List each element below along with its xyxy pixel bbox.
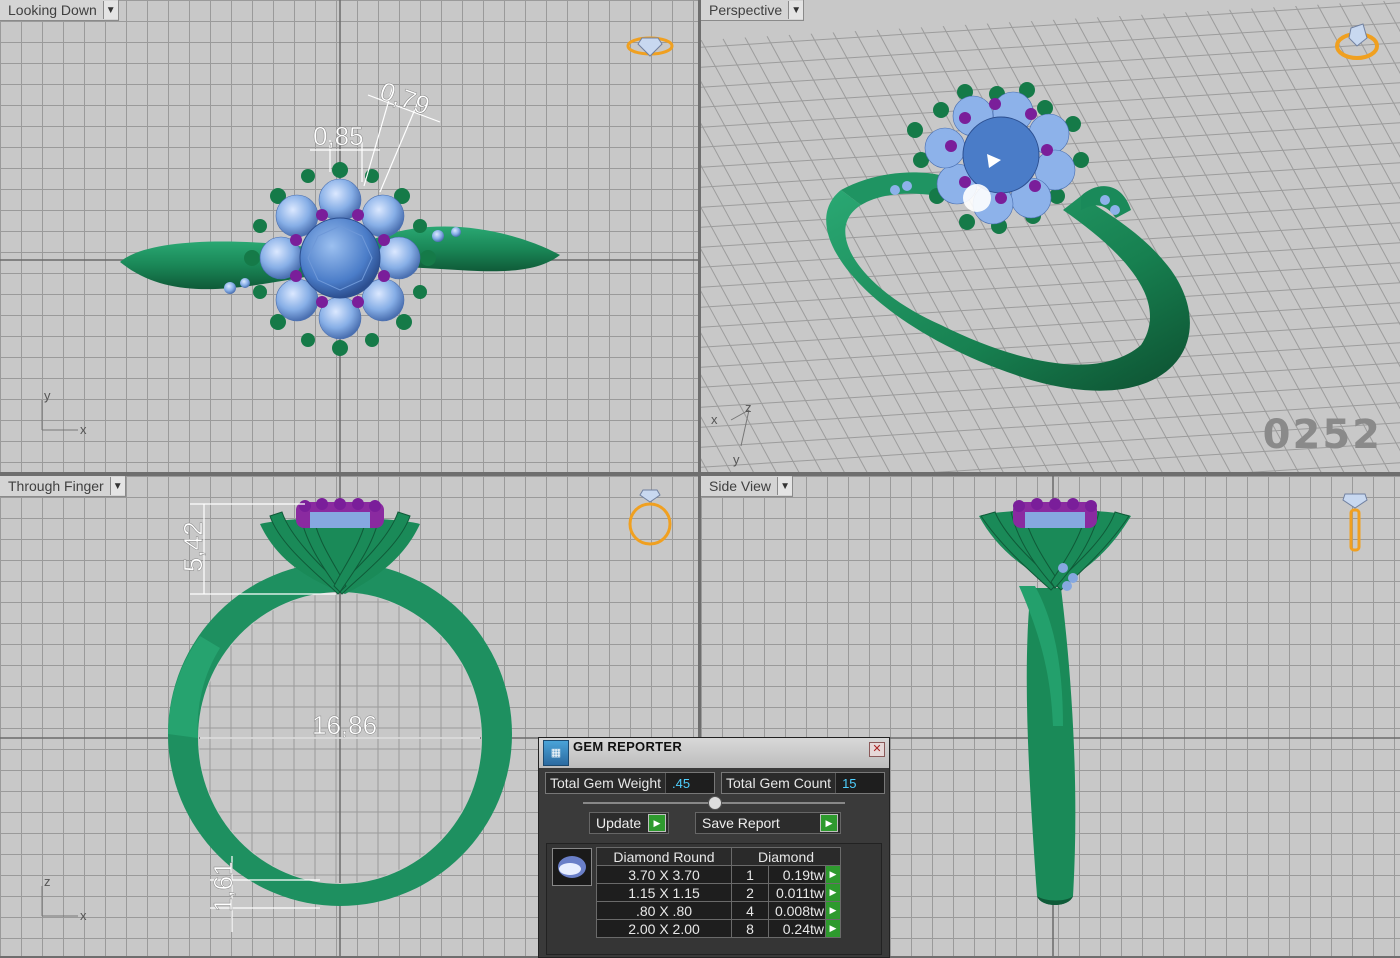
axis-label: x xyxy=(80,908,87,923)
viewport-label[interactable]: Looking Down ▼ xyxy=(0,0,119,21)
row-select-arrow-icon[interactable]: ▶ xyxy=(825,919,841,938)
dimension-label: 1,61 xyxy=(208,861,238,912)
row-select-arrow-icon[interactable]: ▶ xyxy=(825,865,841,884)
gem-size: 3.70 X 3.70 xyxy=(596,865,732,884)
table-row[interactable]: 1.15 X 1.15 2 0.011tw ▶ xyxy=(596,883,841,902)
gem-table: Diamond Round Diamond 3.70 X 3.70 1 0.19… xyxy=(596,847,841,938)
viewport-label-text: Through Finger xyxy=(8,478,104,494)
close-button[interactable]: ✕ xyxy=(869,742,885,757)
viewport-label-text: Perspective xyxy=(709,2,783,18)
gem-reporter-titlebar[interactable]: ▦ GEM REPORTER ✕ xyxy=(539,738,889,768)
gem-count: 8 xyxy=(731,919,769,938)
axis-label: z xyxy=(745,400,752,415)
viewport-dropdown-icon[interactable]: ▼ xyxy=(777,477,793,495)
gem-weight: 0.24tw xyxy=(768,919,826,938)
top-view-scene: 0,85 0,79 y x xyxy=(0,0,698,472)
axis-label: y xyxy=(44,388,51,403)
column-header-shape: Diamond Round xyxy=(596,847,732,866)
column-header-material: Diamond xyxy=(731,847,841,866)
dimension-label: 16,86 xyxy=(312,710,377,740)
viewport-label[interactable]: Side View ▼ xyxy=(701,476,794,497)
table-row[interactable]: 3.70 X 3.70 1 0.19tw ▶ xyxy=(596,865,841,884)
axis-label: x xyxy=(80,422,87,437)
view-orientation-icon xyxy=(1335,23,1379,60)
center-gem xyxy=(962,116,1040,194)
total-gem-weight-value: .45 xyxy=(672,775,691,791)
slider-handle[interactable] xyxy=(708,796,722,810)
perspective-scene: x z y xyxy=(701,0,1400,472)
viewport-dropdown-icon[interactable]: ▼ xyxy=(109,477,125,495)
row-select-arrow-icon[interactable]: ▶ xyxy=(825,901,841,920)
axis-label: z xyxy=(44,874,51,889)
viewport-label[interactable]: Through Finger ▼ xyxy=(0,476,126,497)
gem-size: .80 X .80 xyxy=(596,901,732,920)
viewport-looking-down[interactable]: Looking Down ▼ 0,85 0,79 y x xyxy=(0,0,698,472)
gem-weight: 0.19tw xyxy=(768,865,826,884)
row-select-arrow-icon[interactable]: ▶ xyxy=(825,883,841,902)
gem-size: 1.15 X 1.15 xyxy=(596,883,732,902)
round-diamond-icon xyxy=(552,848,592,886)
gem-count: 2 xyxy=(731,883,769,902)
play-arrow-icon: ▶ xyxy=(820,814,838,832)
view-orientation-icon xyxy=(626,36,674,57)
table-row[interactable]: .80 X .80 4 0.008tw ▶ xyxy=(596,901,841,920)
center-gem xyxy=(299,217,381,299)
save-report-button-label: Save Report xyxy=(702,815,780,831)
gem-reporter-title: GEM REPORTER xyxy=(573,739,683,754)
gem-weight: 0.011tw xyxy=(768,883,826,902)
gem-table-container: Diamond Round Diamond 3.70 X 3.70 1 0.19… xyxy=(546,843,882,955)
gem-reporter-panel[interactable]: ▦ GEM REPORTER ✕ Total Gem Weight .45 To… xyxy=(538,737,890,958)
view-orientation-icon xyxy=(1342,493,1368,552)
gem-weight: 0.008tw xyxy=(768,901,826,920)
total-gem-weight-field: Total Gem Weight .45 xyxy=(545,772,715,794)
play-arrow-icon: ▶ xyxy=(648,814,666,832)
axis-label: y xyxy=(733,452,740,467)
gem-count: 1 xyxy=(731,865,769,884)
table-row[interactable]: 2.00 X 2.00 8 0.24tw ▶ xyxy=(596,919,841,938)
dimension-label: 5,42 xyxy=(178,521,208,572)
viewport-label[interactable]: Perspective ▼ xyxy=(701,0,805,21)
viewport-dropdown-icon[interactable]: ▼ xyxy=(788,1,804,19)
total-gem-count-label: Total Gem Count xyxy=(722,773,837,793)
save-report-button[interactable]: Save Report ▶ xyxy=(695,812,841,834)
view-orientation-icon xyxy=(628,489,672,546)
table-header-row: Diamond Round Diamond xyxy=(596,847,841,866)
update-button-label: Update xyxy=(596,815,642,831)
design-reference-number: 0252 xyxy=(1262,412,1382,458)
viewport-label-text: Side View xyxy=(709,478,772,494)
viewport-perspective[interactable]: Perspective ▼ x z y 0252 xyxy=(701,0,1400,472)
total-gem-count-value: 15 xyxy=(842,775,857,791)
gem-count: 4 xyxy=(731,901,769,920)
gem-reporter-app-icon: ▦ xyxy=(543,740,569,766)
total-gem-count-field: Total Gem Count 15 xyxy=(721,772,885,794)
gem-size: 2.00 X 2.00 xyxy=(596,919,732,938)
viewport-dropdown-icon[interactable]: ▼ xyxy=(102,1,118,19)
total-gem-weight-label: Total Gem Weight xyxy=(546,773,667,793)
dimension-label: 0,85 xyxy=(313,121,364,151)
viewport-label-text: Looking Down xyxy=(8,2,97,18)
update-button[interactable]: Update ▶ xyxy=(589,812,669,834)
panel-slider[interactable] xyxy=(583,796,845,810)
axis-label: x xyxy=(711,412,718,427)
